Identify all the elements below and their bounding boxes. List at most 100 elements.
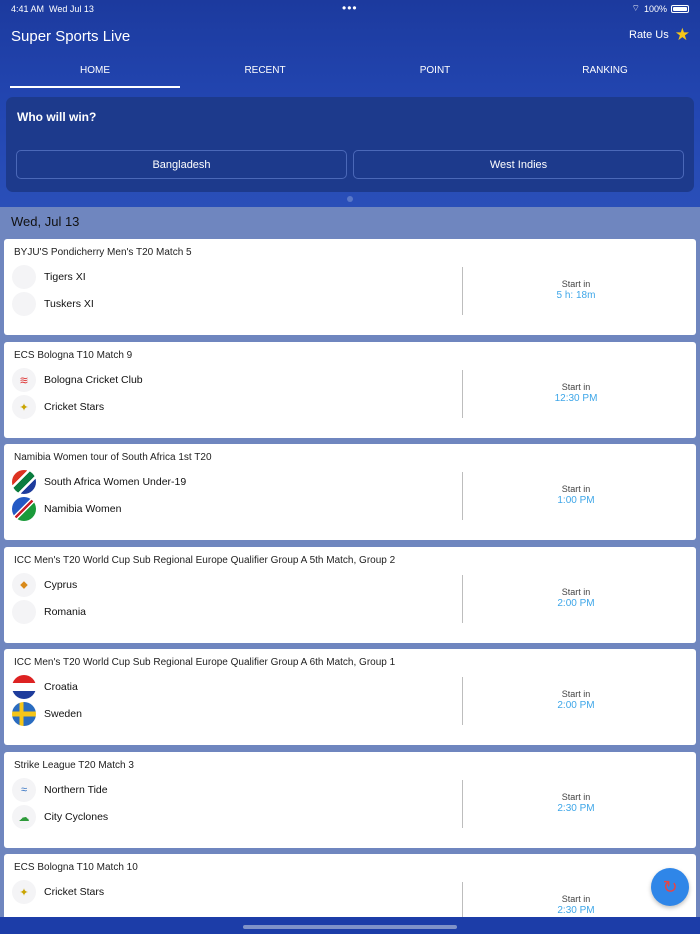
start-info: Start in 2:00 PM <box>504 587 648 609</box>
battery-percent: 100% <box>643 3 667 14</box>
divider <box>462 267 463 315</box>
team-row: ✦ Cricket Stars <box>12 395 104 419</box>
start-time: 12:30 PM <box>554 393 598 404</box>
team-name: Cricket Stars <box>44 401 105 413</box>
match-title: ICC Men's T20 World Cup Sub Regional Eur… <box>14 657 396 668</box>
match-title: ICC Men's T20 World Cup Sub Regional Eur… <box>14 555 396 566</box>
divider <box>462 677 463 725</box>
divider <box>462 575 463 623</box>
start-info: Start in 2:30 PM <box>504 792 648 814</box>
team-name: Bologna Cricket Club <box>44 374 143 386</box>
start-info: Start in 12:30 PM <box>504 382 648 404</box>
sweden-flag-icon <box>12 702 36 726</box>
match-card[interactable]: ICC Men's T20 World Cup Sub Regional Eur… <box>4 649 696 745</box>
match-card[interactable]: ECS Bologna T10 Match 9 ≋ Bologna Cricke… <box>4 342 696 438</box>
start-label: Start in <box>561 279 591 289</box>
team-row: ✦ Cricket Stars <box>12 880 104 904</box>
team-row: Croatia <box>12 675 78 699</box>
start-info: Start in 2:30 PM <box>504 894 648 916</box>
start-label: Start in <box>561 382 591 392</box>
home-indicator[interactable] <box>243 925 457 929</box>
tab-point[interactable]: POINT <box>350 58 520 88</box>
team-name: Cricket Stars <box>44 886 105 898</box>
team-name: Namibia Women <box>44 503 122 515</box>
start-time: 2:30 PM <box>557 905 595 916</box>
match-card[interactable]: BYJU'S Pondicherry Men's T20 Match 5 Tig… <box>4 239 696 335</box>
refresh-icon: ↻ <box>662 876 678 897</box>
divider <box>462 780 463 828</box>
start-time: 1:00 PM <box>557 495 595 506</box>
team-logo-icon <box>12 292 36 316</box>
match-title: ECS Bologna T10 Match 9 <box>14 350 133 361</box>
team-name: Tigers XI <box>44 271 86 283</box>
team-logo-icon <box>12 265 36 289</box>
poll-question: Who will win? <box>17 110 97 124</box>
south-africa-flag-icon <box>12 470 36 494</box>
poll-option-bangladesh[interactable]: Bangladesh <box>16 150 347 179</box>
start-time: 2:00 PM <box>557 598 595 609</box>
bologna-logo-icon: ≋ <box>12 368 36 392</box>
wifi-icon: ⌔ <box>631 3 640 13</box>
match-card[interactable]: Strike League T20 Match 3 ≈ Northern Tid… <box>4 752 696 848</box>
rate-us-button[interactable]: Rate Us ★ <box>629 25 690 44</box>
start-label: Start in <box>561 484 591 494</box>
cricket-stars-logo-icon: ✦ <box>12 395 36 419</box>
prediction-poll: Who will win? Bangladesh West Indies <box>6 97 694 192</box>
match-title: BYJU'S Pondicherry Men's T20 Match 5 <box>14 247 192 258</box>
match-title: Strike League T20 Match 3 <box>14 760 134 771</box>
team-name: Cyprus <box>44 579 78 591</box>
city-cyclones-logo-icon: ☁ <box>12 805 36 829</box>
date-header: Wed, Jul 13 <box>11 214 80 229</box>
start-time: 2:30 PM <box>557 803 595 814</box>
app-header: 4:41 AM Wed Jul 13 ••• ⌔ 100% Super Spor… <box>0 0 700 207</box>
multitasking-dots-icon[interactable]: ••• <box>342 1 358 15</box>
team-row: Sweden <box>12 702 82 726</box>
page-indicator <box>347 196 353 202</box>
tab-bar: HOME RECENT POINT RANKING <box>10 58 690 88</box>
rate-us-label: Rate Us <box>629 29 669 41</box>
team-name: Croatia <box>44 681 78 693</box>
start-label: Start in <box>561 689 591 699</box>
divider <box>462 472 463 520</box>
team-row: ⬥ Cyprus <box>12 573 77 597</box>
start-label: Start in <box>561 894 591 904</box>
status-bar: 4:41 AM Wed Jul 13 ••• ⌔ 100% <box>0 0 700 18</box>
tab-home[interactable]: HOME <box>10 58 180 88</box>
start-time: 5 h: 18m <box>556 290 596 301</box>
team-row: Namibia Women <box>12 497 121 521</box>
team-row: ≋ Bologna Cricket Club <box>12 368 143 392</box>
start-info: Start in 2:00 PM <box>504 689 648 711</box>
team-name: Romania <box>44 606 87 618</box>
namibia-flag-icon <box>12 497 36 521</box>
team-name: City Cyclones <box>44 811 109 823</box>
match-card[interactable]: ICC Men's T20 World Cup Sub Regional Eur… <box>4 547 696 643</box>
cricket-stars-logo-icon: ✦ <box>12 880 36 904</box>
team-row: ≈ Northern Tide <box>12 778 108 802</box>
start-info: Start in 5 h: 18m <box>504 279 648 301</box>
tab-recent[interactable]: RECENT <box>180 58 350 88</box>
app-title: Super Sports Live <box>11 28 131 45</box>
tab-ranking[interactable]: RANKING <box>520 58 690 88</box>
start-info: Start in 1:00 PM <box>504 484 648 506</box>
team-row: ☁ City Cyclones <box>12 805 108 829</box>
battery-icon <box>671 4 689 13</box>
start-time: 2:00 PM <box>557 700 595 711</box>
refresh-button[interactable]: ↻ <box>651 868 689 906</box>
status-right: ⌔ 100% <box>631 3 689 14</box>
northern-tide-logo-icon: ≈ <box>12 778 36 802</box>
match-card[interactable]: Namibia Women tour of South Africa 1st T… <box>4 444 696 540</box>
divider <box>462 370 463 418</box>
team-name: Tuskers XI <box>44 298 94 310</box>
start-label: Start in <box>561 792 591 802</box>
team-logo-icon <box>12 600 36 624</box>
poll-option-west-indies[interactable]: West Indies <box>353 150 684 179</box>
start-label: Start in <box>561 587 591 597</box>
team-row: Tuskers XI <box>12 292 94 316</box>
team-name: Sweden <box>44 708 82 720</box>
star-icon: ★ <box>674 25 690 44</box>
team-row: South Africa Women Under-19 <box>12 470 186 494</box>
croatia-flag-icon <box>12 675 36 699</box>
team-row: Romania <box>12 600 86 624</box>
cyprus-flag-icon: ⬥ <box>12 573 36 597</box>
team-row: Tigers XI <box>12 265 86 289</box>
